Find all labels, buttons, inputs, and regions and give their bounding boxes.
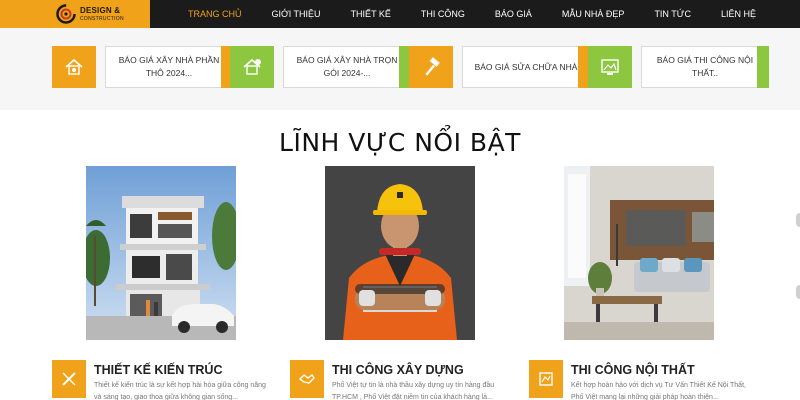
feature-desc: Phố Việt tự tin là nhà thầu xây dựng uy … xyxy=(332,382,495,400)
site-header: DESIGN & CONSTRUCTION Trang chủ Giới thi… xyxy=(0,0,800,28)
feature-card[interactable]: THIẾT KẾ KIẾN TRÚC Thiết kế kiến trúc là… xyxy=(52,358,282,400)
logo-brand: DESIGN & xyxy=(80,6,121,15)
interior-photo[interactable] xyxy=(564,166,714,340)
nav-item-about[interactable]: Giới thiệu xyxy=(272,9,321,19)
architecture-photo[interactable] xyxy=(86,166,236,340)
handshake-icon xyxy=(290,360,324,398)
worker-photo[interactable] xyxy=(325,166,475,340)
blueprint-icon xyxy=(529,360,563,398)
feature-card[interactable]: THI CÔNG XÂY DỰNG Phố Việt tự tin là nhà… xyxy=(290,358,520,400)
feature-desc: Kết hợp hoàn hảo với dịch vụ Tư Vấn Thiế… xyxy=(571,382,746,400)
house-coin-icon xyxy=(52,46,96,88)
scroll-handle[interactable] xyxy=(796,213,800,227)
feature-title[interactable]: THIẾT KẾ KIẾN TRÚC xyxy=(94,363,222,377)
quote-label[interactable]: Báo giá sửa chữa nhà xyxy=(462,46,590,88)
interior-icon xyxy=(588,46,632,88)
nav-item-construction[interactable]: Thi công xyxy=(421,9,465,19)
nav-item-news[interactable]: Tin tức xyxy=(654,9,691,19)
logo-swirl-icon xyxy=(56,4,76,24)
nav-item-home[interactable]: Trang chủ xyxy=(188,9,242,19)
main-nav: Trang chủ Giới thiệu Thiết kế Thi công B… xyxy=(188,0,756,28)
scroll-handle[interactable] xyxy=(796,285,800,299)
quote-label[interactable]: Báo giá xây nhà phần thô 2024... xyxy=(105,46,233,88)
nav-item-house-samples[interactable]: Mẫu nhà đẹp xyxy=(562,9,625,19)
quote-label[interactable]: Báo giá thi công nội thất.. xyxy=(641,46,769,88)
pencil-ruler-icon xyxy=(52,360,86,398)
quote-label[interactable]: Báo giá xây nhà trọn gói 2024-... xyxy=(283,46,411,88)
feature-title[interactable]: THI CÔNG NỘI THẤT xyxy=(571,363,695,377)
nav-item-design[interactable]: Thiết kế xyxy=(351,9,391,19)
quote-band: Báo giá xây nhà phần thô 2024... Báo giá… xyxy=(0,28,800,110)
nav-item-pricing[interactable]: Báo giá xyxy=(495,9,532,19)
house-money-icon xyxy=(230,46,274,88)
feature-card[interactable]: THI CÔNG NỘI THẤT Kết hợp hoàn hảo với d… xyxy=(529,358,759,400)
section-title: LĨNH VỰC NỔI BẬT xyxy=(279,128,521,157)
quote-tab xyxy=(757,46,769,88)
hammer-icon xyxy=(409,46,453,88)
feature-title[interactable]: THI CÔNG XÂY DỰNG xyxy=(332,363,464,377)
logo-sub: CONSTRUCTION xyxy=(80,16,124,22)
feature-desc: Thiết kế kiến trúc là sự kết hợp hài hòa… xyxy=(94,382,266,400)
logo[interactable]: DESIGN & CONSTRUCTION xyxy=(0,0,150,28)
nav-item-contact[interactable]: Liên hệ xyxy=(721,9,756,19)
